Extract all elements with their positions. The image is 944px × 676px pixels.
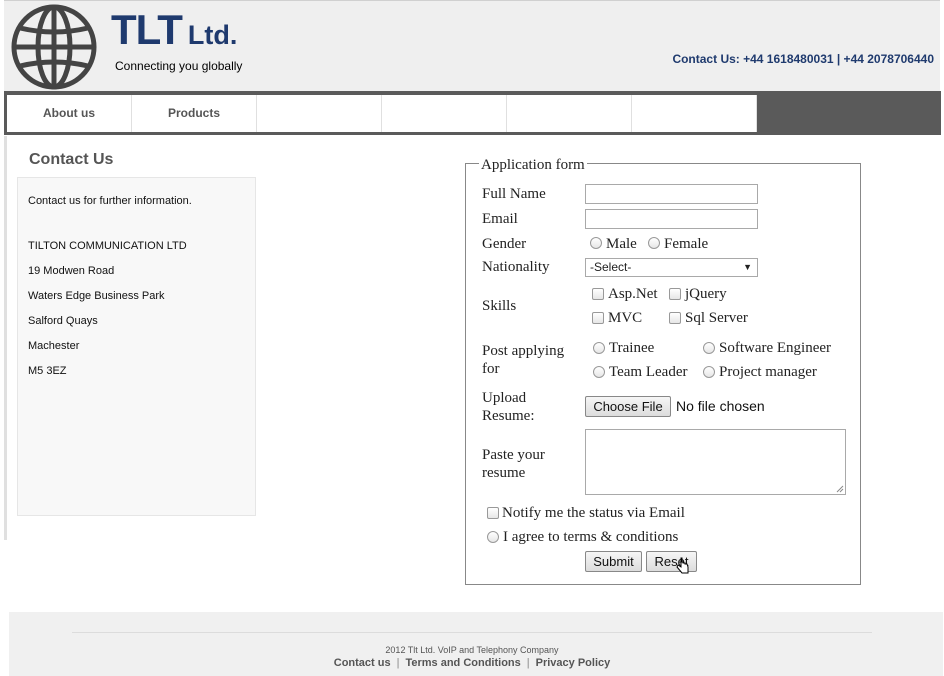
skill-aspnet-label: Asp.Net (608, 286, 658, 302)
footer-separator: | (396, 657, 400, 669)
nationality-value: -Select- (590, 260, 632, 274)
nav-item-3[interactable] (257, 95, 382, 132)
post-trainee-radio[interactable] (593, 342, 605, 354)
post-label: Post applying (482, 343, 565, 359)
footer-copyright: 2012 Tlt Ltd. VoIP and Telephony Company (385, 645, 559, 655)
resize-grip-icon[interactable] (836, 485, 844, 493)
address-line: 19 Modwen Road (28, 265, 115, 277)
paste-resume-label: Paste your (482, 447, 545, 463)
header-contact: Contact Us: +44 1618480031 | +44 2078706… (672, 52, 934, 66)
address-line: Machester (28, 340, 80, 352)
resume-textarea[interactable] (585, 429, 846, 495)
globe-icon (11, 4, 97, 90)
footer-link-terms[interactable]: Terms and Conditions (405, 657, 520, 669)
gender-label: Gender (482, 236, 527, 252)
contact-title: Contact Us (29, 151, 114, 168)
post-software-engineer-label: Software Engineer (719, 340, 832, 356)
chevron-down-icon: ▼ (743, 262, 752, 272)
footer-links: Contact us | Terms and Conditions | Privacy … (0, 657, 944, 669)
post-trainee-label: Trainee (609, 340, 655, 356)
gender-male-radio[interactable] (590, 237, 602, 249)
nav-item-about[interactable]: About us (7, 95, 132, 132)
brand-suffix: Ltd. (187, 20, 238, 50)
address-line: M5 3EZ (28, 365, 67, 377)
full-name-input[interactable] (585, 184, 758, 204)
gender-male-label: Male (606, 236, 637, 252)
footer-link-contact[interactable]: Contact us (334, 657, 391, 669)
gender-female-radio[interactable] (648, 237, 660, 249)
footer-separator: | (526, 657, 530, 669)
form-legend: Application form (479, 157, 587, 174)
skill-jquery-label: jQuery (685, 286, 727, 302)
post-software-engineer-radio[interactable] (703, 342, 715, 354)
email-input[interactable] (585, 209, 758, 229)
agree-label: I agree to terms & conditions (503, 529, 679, 545)
contact-intro: Contact us for further information. (28, 195, 192, 207)
email-label: Email (482, 211, 518, 227)
agree-radio[interactable] (487, 531, 499, 543)
post-team-leader-radio[interactable] (593, 366, 605, 378)
upload-label-2: Resume: (482, 408, 535, 424)
post-label-2: for (482, 361, 500, 377)
skill-mvc-label: MVC (608, 310, 643, 326)
address-line: Salford Quays (28, 315, 98, 327)
nationality-select[interactable]: -Select- ▼ (585, 258, 758, 277)
skill-sqlserver-label: Sql Server (685, 310, 748, 326)
nav-item-4[interactable] (382, 95, 507, 132)
skills-label: Skills (482, 298, 517, 314)
full-name-label: Full Name (482, 186, 546, 202)
brand-logo-text: TLT Ltd. (111, 6, 237, 54)
notify-label: Notify me the status via Email (502, 505, 685, 521)
gender-female-label: Female (664, 236, 709, 252)
upload-label: Upload (482, 390, 527, 406)
brand-main: TLT (111, 6, 183, 53)
address-line: TILTON COMMUNICATION LTD (28, 240, 187, 252)
skill-sqlserver-checkbox[interactable] (669, 312, 681, 324)
post-team-leader-label: Team Leader (609, 364, 688, 380)
nav-item-5[interactable] (507, 95, 632, 132)
skill-jquery-checkbox[interactable] (669, 288, 681, 300)
skill-mvc-checkbox[interactable] (592, 312, 604, 324)
footer-divider (72, 632, 872, 633)
left-divider (4, 136, 7, 540)
nav-item-products[interactable]: Products (132, 95, 257, 132)
footer-link-privacy[interactable]: Privacy Policy (536, 657, 611, 669)
address-line: Waters Edge Business Park (28, 290, 165, 302)
tagline: Connecting you globally (115, 59, 243, 73)
post-project-manager-radio[interactable] (703, 366, 715, 378)
no-file-text: No file chosen (676, 398, 765, 414)
cursor-icon (676, 557, 689, 574)
paste-resume-label-2: resume (482, 465, 526, 481)
skill-aspnet-checkbox[interactable] (592, 288, 604, 300)
notify-checkbox[interactable] (487, 507, 499, 519)
post-project-manager-label: Project manager (719, 364, 817, 380)
nationality-label: Nationality (482, 259, 550, 275)
submit-button[interactable]: Submit (585, 551, 642, 572)
nav-item-6[interactable] (632, 95, 757, 132)
choose-file-button[interactable]: Choose File (585, 396, 671, 417)
